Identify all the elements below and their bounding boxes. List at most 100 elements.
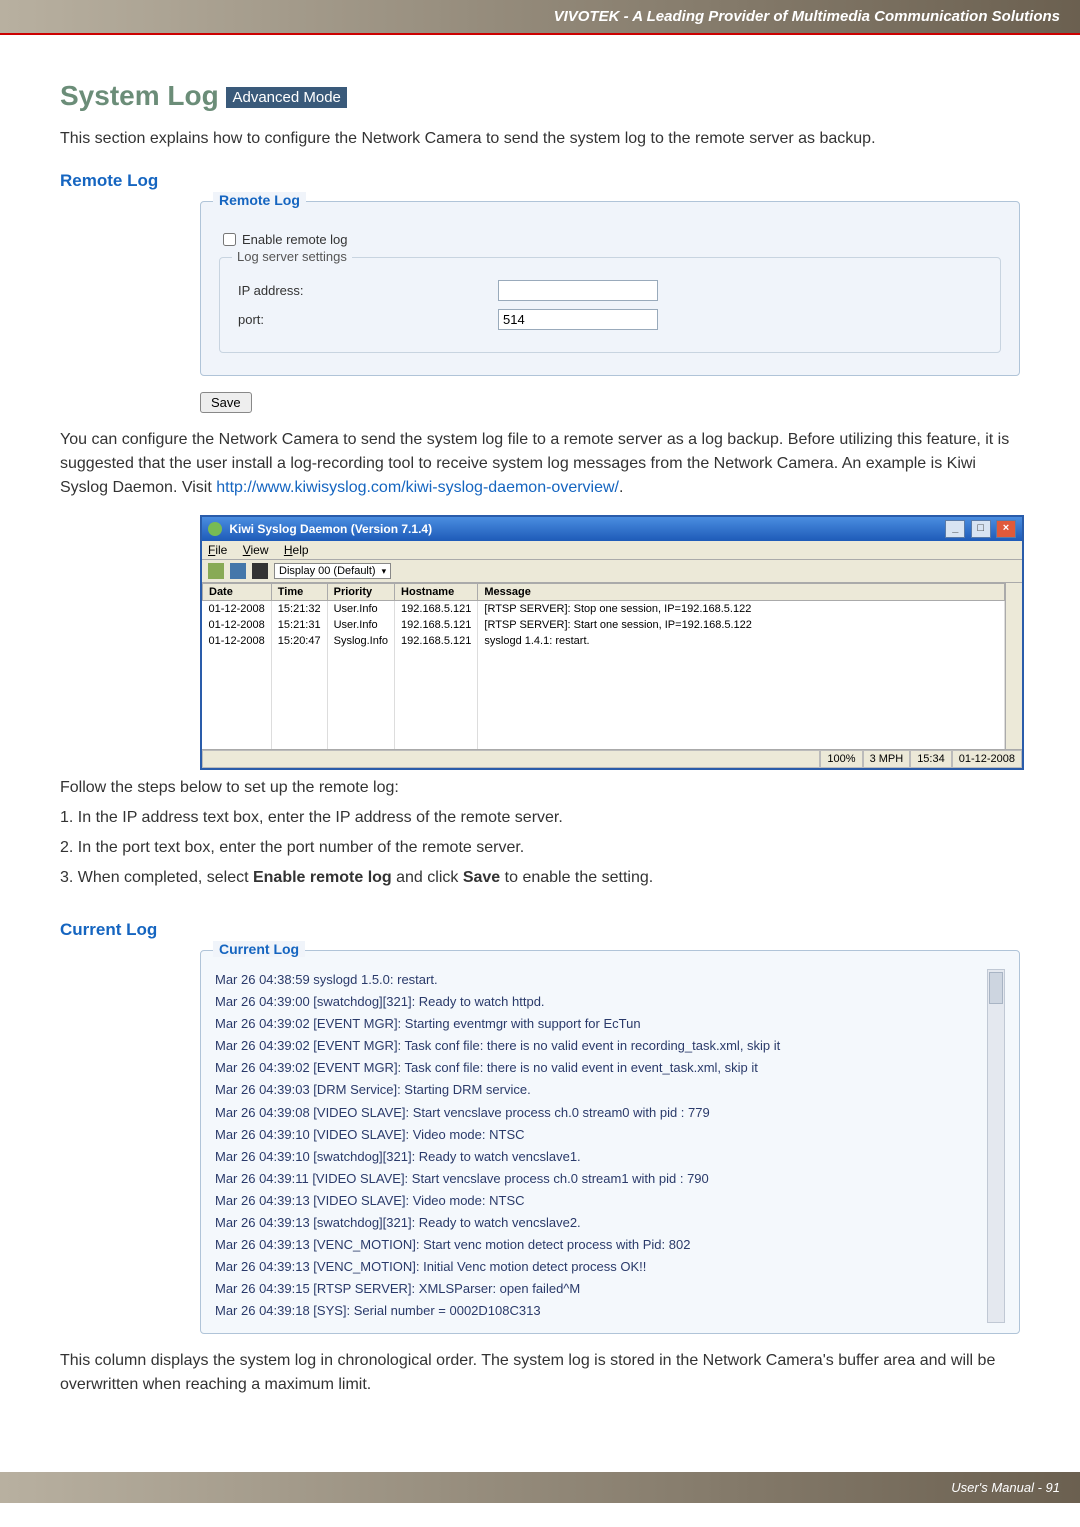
log-entry: Mar 26 04:39:03 [DRM Service]: Starting … (215, 1079, 981, 1101)
port-input[interactable] (498, 309, 658, 330)
table-row[interactable]: 01-12-2008 15:21:31 User.Info 192.168.5.… (203, 617, 1005, 633)
current-log-legend: Current Log (213, 941, 305, 957)
log-entry: Mar 26 04:39:10 [VIDEO SLAVE]: Video mod… (215, 1124, 981, 1146)
log-entry: Mar 26 04:39:13 [VENC_MOTION]: Initial V… (215, 1256, 981, 1278)
cell-host: 192.168.5.121 (395, 617, 478, 633)
enable-remote-log-label: Enable remote log (242, 232, 348, 247)
log-entry: Mar 26 04:39:02 [EVENT MGR]: Task conf f… (215, 1035, 981, 1057)
cell-host: 192.168.5.121 (395, 633, 478, 649)
remote-log-paragraph: You can configure the Network Camera to … (60, 428, 1020, 500)
table-row (203, 669, 1005, 689)
kiwi-title-label: Kiwi Syslog Daemon (Version 7.1.4) (229, 522, 432, 536)
col-priority[interactable]: Priority (327, 584, 394, 601)
kiwi-app-icon (208, 522, 222, 536)
scrollbar-thumb[interactable] (989, 972, 1003, 1004)
log-entry: Mar 26 04:39:15 [RTSP SERVER]: XMLSParse… (215, 1278, 981, 1300)
col-hostname[interactable]: Hostname (395, 584, 478, 601)
section-title-text: System Log (60, 80, 219, 111)
kiwi-title-text: Kiwi Syslog Daemon (Version 7.1.4) (208, 522, 432, 537)
cell-prio: Syslog.Info (327, 633, 394, 649)
current-log-heading: Current Log (60, 920, 1020, 940)
ip-address-input[interactable] (498, 280, 658, 301)
current-log-list: Mar 26 04:38:59 syslogd 1.5.0: restart. … (215, 969, 981, 1323)
current-log-scrollbar[interactable] (987, 969, 1005, 1323)
cell-date: 01-12-2008 (203, 601, 272, 618)
syslog-table: Date Time Priority Hostname Message 01-1… (202, 583, 1005, 749)
cell-time: 15:21:31 (271, 617, 327, 633)
log-entry: Mar 26 04:39:11 [VIDEO SLAVE]: Start ven… (215, 1168, 981, 1190)
kiwi-menubar: File View Help (202, 541, 1022, 560)
kiwi-toolbar: Display 00 (Default) (202, 560, 1022, 583)
table-row (203, 729, 1005, 749)
section-title: System Log Advanced Mode (60, 80, 1020, 112)
log-entry: Mar 26 04:39:10 [swatchdog][321]: Ready … (215, 1146, 981, 1168)
page-footer: User's Manual - 91 (0, 1472, 1080, 1503)
bottom-paragraph: This column displays the system log in c… (60, 1349, 1020, 1397)
table-row[interactable]: 01-12-2008 15:20:47 Syslog.Info 192.168.… (203, 633, 1005, 649)
para1-end: . (619, 479, 623, 496)
cell-prio: User.Info (327, 601, 394, 618)
status-time: 15:34 (910, 750, 952, 768)
cell-prio: User.Info (327, 617, 394, 633)
menu-view[interactable]: View (243, 543, 269, 557)
step-3: 3. When completed, select Enable remote … (60, 866, 1020, 890)
cell-host: 192.168.5.121 (395, 601, 478, 618)
remote-log-panel: Remote Log Enable remote log Log server … (200, 201, 1020, 376)
status-date: 01-12-2008 (952, 750, 1022, 768)
toolbar-icon-2[interactable] (230, 563, 246, 579)
status-pct: 100% (820, 750, 862, 768)
remote-log-heading: Remote Log (60, 171, 1020, 191)
save-button[interactable]: Save (200, 392, 252, 413)
enable-remote-log-row: Enable remote log (219, 230, 1001, 249)
table-row[interactable]: 01-12-2008 15:21:32 User.Info 192.168.5.… (203, 601, 1005, 618)
log-entry: Mar 26 04:39:13 [VIDEO SLAVE]: Video mod… (215, 1190, 981, 1212)
intro-paragraph: This section explains how to configure t… (60, 127, 1020, 151)
current-log-panel: Current Log Mar 26 04:38:59 syslogd 1.5.… (200, 950, 1020, 1334)
cell-time: 15:20:47 (271, 633, 327, 649)
menu-help[interactable]: Help (284, 543, 309, 557)
kiwi-link[interactable]: http://www.kiwisyslog.com/kiwi-syslog-da… (216, 479, 619, 496)
cell-msg: [RTSP SERVER]: Start one session, IP=192… (478, 617, 1005, 633)
step-2: 2. In the port text box, enter the port … (60, 836, 1020, 860)
log-server-settings-panel: Log server settings IP address: port: (219, 257, 1001, 353)
log-entry: Mar 26 04:39:08 [VIDEO SLAVE]: Start ven… (215, 1102, 981, 1124)
step-1: 1. In the IP address text box, enter the… (60, 806, 1020, 830)
kiwi-titlebar: Kiwi Syslog Daemon (Version 7.1.4) _ □ × (202, 517, 1022, 541)
kiwi-statusbar: 100% 3 MPH 15:34 01-12-2008 (202, 749, 1022, 768)
status-mph: 3 MPH (863, 750, 911, 768)
maximize-icon[interactable]: □ (971, 520, 991, 538)
enable-remote-log-checkbox[interactable] (223, 233, 236, 246)
log-entry: Mar 26 04:38:59 syslogd 1.5.0: restart. (215, 969, 981, 991)
minimize-icon[interactable]: _ (945, 520, 965, 538)
steps-intro: Follow the steps below to set up the rem… (60, 776, 1020, 800)
cell-msg: [RTSP SERVER]: Stop one session, IP=192.… (478, 601, 1005, 618)
advanced-mode-badge: Advanced Mode (226, 87, 346, 108)
col-message[interactable]: Message (478, 584, 1005, 601)
table-row (203, 649, 1005, 669)
table-row (203, 689, 1005, 709)
ip-address-label: IP address: (238, 283, 498, 298)
log-entry: Mar 26 04:39:18 [SYS]: Serial number = 0… (215, 1300, 981, 1322)
menu-file[interactable]: File (208, 543, 227, 557)
col-date[interactable]: Date (203, 584, 272, 601)
table-row (203, 709, 1005, 729)
cell-msg: syslogd 1.4.1: restart. (478, 633, 1005, 649)
cell-time: 15:21:32 (271, 601, 327, 618)
log-entry: Mar 26 04:39:02 [EVENT MGR]: Starting ev… (215, 1013, 981, 1035)
toolbar-icon-1[interactable] (208, 563, 224, 579)
window-controls: _ □ × (943, 520, 1016, 538)
log-entry: Mar 26 04:39:00 [swatchdog][321]: Ready … (215, 991, 981, 1013)
log-server-legend: Log server settings (232, 249, 352, 264)
kiwi-scrollbar[interactable] (1005, 583, 1022, 749)
port-label: port: (238, 312, 498, 327)
close-icon[interactable]: × (996, 520, 1016, 538)
display-dropdown[interactable]: Display 00 (Default) (274, 563, 391, 579)
log-entry: Mar 26 04:39:13 [swatchdog][321]: Ready … (215, 1212, 981, 1234)
cell-date: 01-12-2008 (203, 617, 272, 633)
col-time[interactable]: Time (271, 584, 327, 601)
remote-log-legend: Remote Log (213, 192, 306, 208)
cell-date: 01-12-2008 (203, 633, 272, 649)
log-entry: Mar 26 04:39:02 [EVENT MGR]: Task conf f… (215, 1057, 981, 1079)
toolbar-icon-3[interactable] (252, 563, 268, 579)
log-entry: Mar 26 04:39:13 [VENC_MOTION]: Start ven… (215, 1234, 981, 1256)
